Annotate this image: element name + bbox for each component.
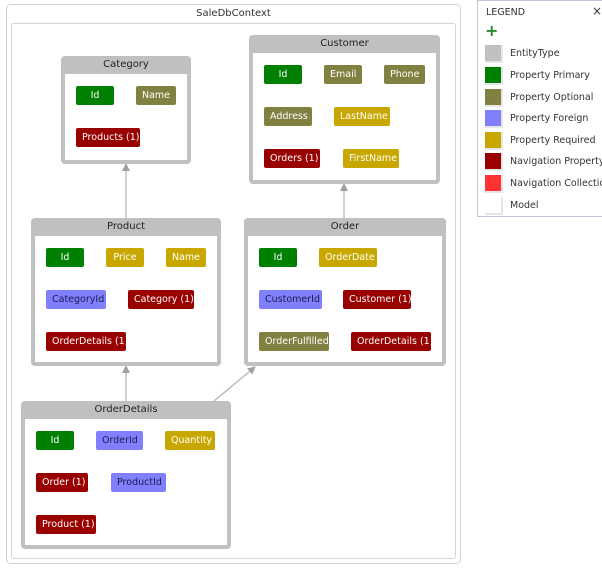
add-icon[interactable]: + xyxy=(485,23,498,39)
property-lastname[interactable]: LastName xyxy=(334,107,390,126)
property-productid[interactable]: ProductId xyxy=(111,473,166,492)
property-address[interactable]: Address xyxy=(264,107,312,126)
entity-title: Customer xyxy=(320,38,369,49)
entity-title: Product xyxy=(107,221,145,232)
entity-orderdetails[interactable]: OrderDetails Id OrderId Quantity Order (… xyxy=(21,401,231,549)
property-price[interactable]: Price xyxy=(106,248,144,267)
legend-label: EntityType xyxy=(510,48,560,59)
navigation-orderdetails[interactable]: OrderDetails (1) xyxy=(46,332,128,351)
navigation-category[interactable]: Category (1) xyxy=(128,290,194,309)
close-icon[interactable]: × xyxy=(592,4,602,18)
property-id[interactable]: Id xyxy=(76,86,114,105)
property-email[interactable]: Email xyxy=(324,65,362,84)
entity-customer[interactable]: Customer Id Email Phone Address LastName… xyxy=(249,35,440,184)
property-id[interactable]: Id xyxy=(46,248,84,267)
legend-item-model: Model xyxy=(485,197,602,217)
swatch-navigation-property xyxy=(485,153,503,171)
legend-label: Navigation Collection xyxy=(510,178,602,189)
property-firstname[interactable]: FirstName xyxy=(343,149,399,168)
legend-label: Model xyxy=(510,200,539,211)
entity-product[interactable]: Product Id Price Name CategoryId Categor… xyxy=(31,218,221,366)
property-name[interactable]: Name xyxy=(166,248,206,267)
entity-title: Order xyxy=(330,221,360,232)
property-id[interactable]: Id xyxy=(36,431,74,450)
model-title: SaleDbContext xyxy=(196,8,271,19)
legend-title: LEGEND xyxy=(486,7,526,18)
property-phone[interactable]: Phone xyxy=(384,65,425,84)
legend-item-property-optional: Property Optional xyxy=(485,89,602,109)
navigation-orderdetails[interactable]: OrderDetails (1) xyxy=(351,332,433,351)
property-id[interactable]: Id xyxy=(259,248,297,267)
swatch-property-foreign xyxy=(485,110,503,128)
swatch-entitytype xyxy=(485,45,503,63)
navigation-order[interactable]: Order (1) xyxy=(36,473,88,492)
property-id[interactable]: Id xyxy=(264,65,302,84)
swatch-model xyxy=(485,197,503,215)
swatch-property-required xyxy=(485,132,503,150)
legend-label: Property Required xyxy=(510,135,596,146)
legend-label: Property Optional xyxy=(510,92,594,103)
legend-item-navigation-collection: Navigation Collection xyxy=(485,175,602,195)
legend-panel: LEGEND × + EntityType Property Primary P… xyxy=(477,0,602,217)
entity-title: Category xyxy=(103,59,149,70)
legend-item-property-required: Property Required xyxy=(485,132,602,152)
property-name[interactable]: Name xyxy=(136,86,176,105)
navigation-orders[interactable]: Orders (1) xyxy=(264,149,320,168)
swatch-navigation-collection xyxy=(485,175,503,193)
navigation-product[interactable]: Product (1) xyxy=(36,515,96,534)
swatch-property-primary xyxy=(485,67,503,85)
property-quantity[interactable]: Quantity xyxy=(165,431,215,450)
legend-item-property-foreign: Property Foreign xyxy=(485,110,602,130)
swatch-property-optional xyxy=(485,89,503,107)
legend-item-navigation-property: Navigation Property xyxy=(485,153,602,173)
legend-label: Property Primary xyxy=(510,70,590,81)
legend-label: Navigation Property xyxy=(510,156,602,167)
legend-label: Property Foreign xyxy=(510,113,589,124)
property-orderdate[interactable]: OrderDate xyxy=(319,248,377,267)
navigation-customer[interactable]: Customer (1) xyxy=(343,290,412,309)
entity-category[interactable]: Category Id Name Products (1) xyxy=(61,56,191,164)
property-customerid[interactable]: CustomerId xyxy=(259,290,322,309)
legend-item-property-primary: Property Primary xyxy=(485,67,602,87)
entity-order[interactable]: Order Id OrderDate CustomerId Customer (… xyxy=(244,218,446,366)
navigation-products[interactable]: Products (1) xyxy=(76,128,140,147)
property-orderid[interactable]: OrderId xyxy=(96,431,143,450)
legend-item-entitytype: EntityType xyxy=(485,45,602,65)
entity-title: OrderDetails xyxy=(94,404,158,415)
property-categoryid[interactable]: CategoryId xyxy=(46,290,106,309)
property-orderfulfilled[interactable]: OrderFulfilled xyxy=(259,332,329,351)
